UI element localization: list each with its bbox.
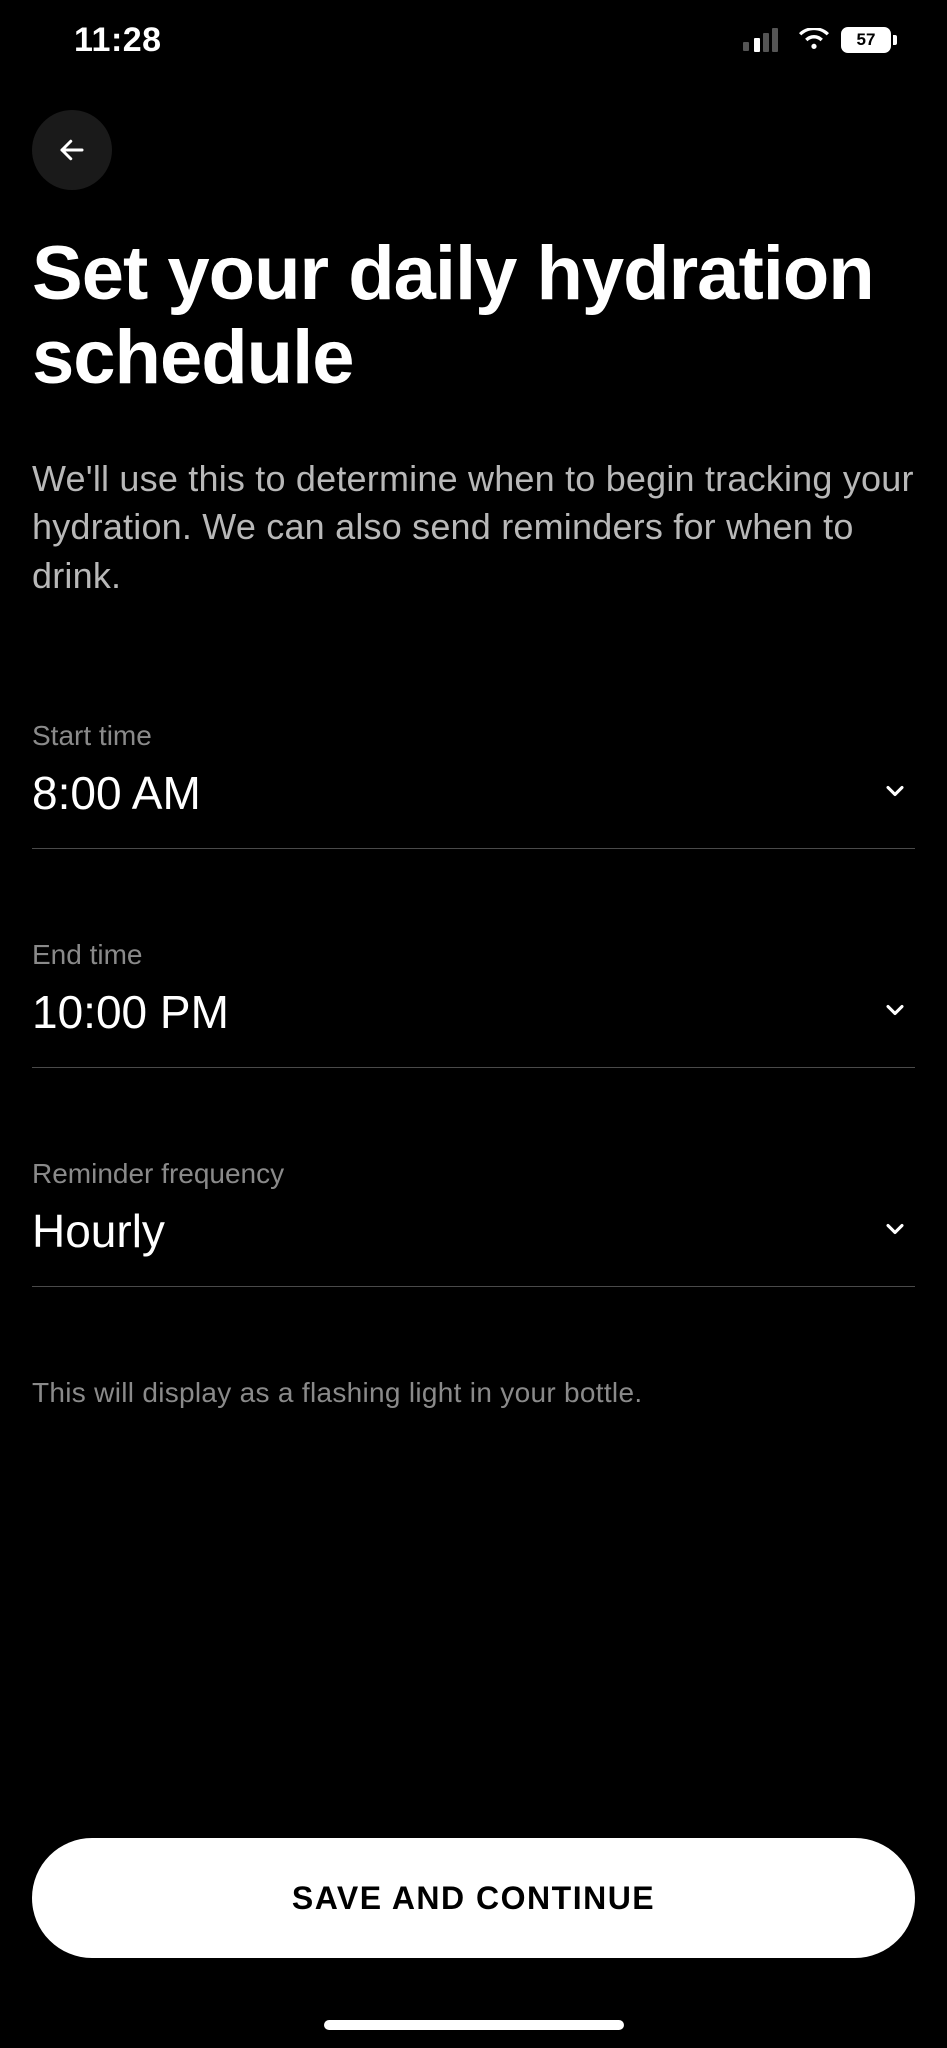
page-title: Set your daily hydration schedule <box>32 232 915 399</box>
status-time: 11:28 <box>74 21 162 60</box>
reminder-helper-text: This will display as a flashing light in… <box>32 1377 915 1409</box>
end-time-value: 10:00 PM <box>32 985 915 1039</box>
chevron-down-icon <box>881 1215 909 1248</box>
reminder-frequency-value: Hourly <box>32 1204 915 1258</box>
home-indicator[interactable] <box>324 2020 624 2030</box>
end-time-picker[interactable]: End time 10:00 PM <box>32 939 915 1068</box>
reminder-frequency-picker[interactable]: Reminder frequency Hourly <box>32 1158 915 1287</box>
save-and-continue-button[interactable]: SAVE AND CONTINUE <box>32 1838 915 1958</box>
status-bar: 11:28 57 <box>0 0 947 80</box>
chevron-down-icon <box>881 996 909 1029</box>
wifi-icon <box>799 28 829 52</box>
cellular-icon <box>743 28 787 52</box>
battery-level: 57 <box>857 30 876 50</box>
reminder-frequency-label: Reminder frequency <box>32 1158 915 1190</box>
primary-button-label: SAVE AND CONTINUE <box>292 1880 655 1917</box>
start-time-picker[interactable]: Start time 8:00 AM <box>32 720 915 849</box>
start-time-value: 8:00 AM <box>32 766 915 820</box>
status-indicators: 57 <box>743 27 897 53</box>
page-subtitle: We'll use this to determine when to begi… <box>32 455 915 600</box>
chevron-down-icon <box>881 777 909 810</box>
arrow-left-icon <box>57 135 87 165</box>
battery-icon: 57 <box>841 27 897 53</box>
back-button[interactable] <box>32 110 112 190</box>
end-time-label: End time <box>32 939 915 971</box>
start-time-label: Start time <box>32 720 915 752</box>
